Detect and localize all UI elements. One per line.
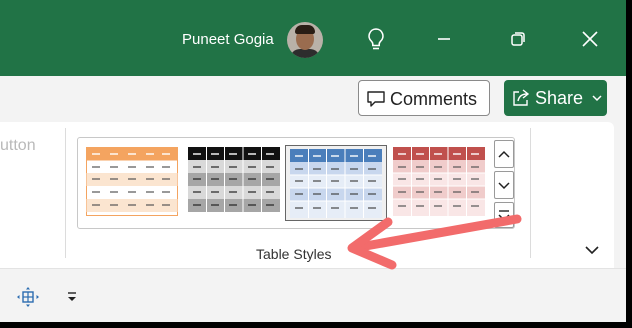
table-styles-gallery xyxy=(77,137,515,229)
share-icon xyxy=(513,89,530,106)
comments-button[interactable]: Comments xyxy=(358,80,490,116)
comments-label: Comments xyxy=(390,89,478,109)
customize-qat-icon[interactable] xyxy=(64,287,80,312)
comment-icon xyxy=(367,91,385,107)
close-icon[interactable] xyxy=(575,24,605,54)
title-bar: Puneet Gogia xyxy=(0,0,626,76)
group-label-table-styles: Table Styles xyxy=(256,246,332,262)
excel-window: Puneet Gogia Comments Share utton Table … xyxy=(0,0,626,322)
restore-icon[interactable] xyxy=(503,24,533,54)
gallery-more-button[interactable] xyxy=(494,202,514,228)
chevron-down-icon xyxy=(498,182,510,190)
gallery-scroll-up-button[interactable] xyxy=(494,140,514,168)
user-name[interactable]: Puneet Gogia xyxy=(182,31,274,48)
ribbon-separator xyxy=(65,128,66,258)
quick-access-toolbar xyxy=(0,268,626,322)
avatar[interactable] xyxy=(287,22,323,58)
table-style-black[interactable] xyxy=(188,147,280,216)
chevron-down-icon[interactable] xyxy=(592,95,602,103)
share-button[interactable]: Share xyxy=(504,80,607,116)
ribbon-separator xyxy=(530,128,531,258)
minimize-icon[interactable] xyxy=(429,24,459,54)
ribbon-collapse-button[interactable] xyxy=(582,240,602,260)
table-style-orange[interactable] xyxy=(86,147,178,216)
clipped-button-label: utton xyxy=(0,137,36,154)
move-handle-icon[interactable] xyxy=(16,287,40,312)
chevron-down-icon xyxy=(585,246,599,255)
table-style-red[interactable] xyxy=(393,147,485,216)
table-style-blue[interactable] xyxy=(285,145,387,221)
lightbulb-icon[interactable] xyxy=(361,24,391,54)
gallery-scroll-down-button[interactable] xyxy=(494,171,514,199)
expand-gallery-icon xyxy=(498,210,510,222)
chevron-up-icon xyxy=(498,150,510,158)
share-label: Share xyxy=(535,88,584,108)
